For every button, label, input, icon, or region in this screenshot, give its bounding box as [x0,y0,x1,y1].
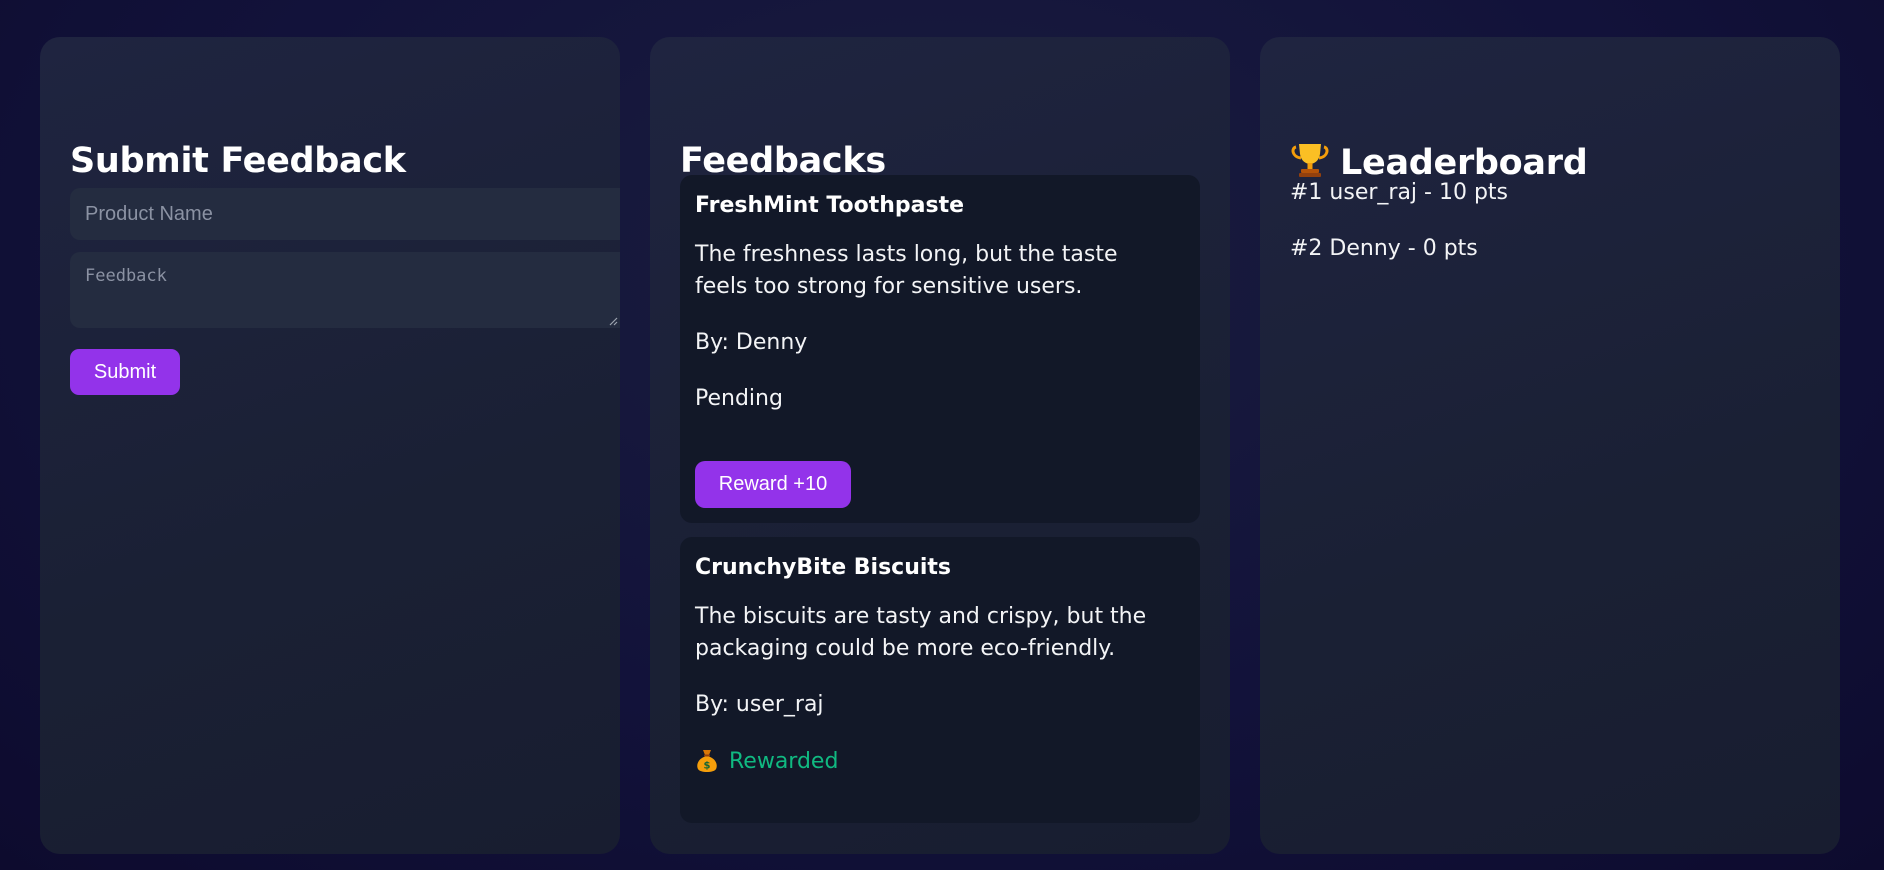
submit-feedback-title: Submit Feedback [70,141,406,181]
feedback-text: The freshness lasts long, but the taste … [695,242,1118,299]
money-bag-icon: $ [697,750,717,772]
feedback-card: FreshMint Toothpaste The freshness lasts… [680,175,1200,523]
feedback-author: By: user_raj [695,692,824,717]
leaderboard-title: Leaderboard [1290,140,1588,184]
feedback-card: CrunchyBite Biscuits The biscuits are ta… [680,537,1200,823]
rewarded-status: $ Rewarded [695,745,838,777]
feedback-status: Pending [695,386,783,411]
feedback-product-name: FreshMint Toothpaste [695,193,965,218]
trophy-icon [1291,144,1329,177]
submit-feedback-panel: Submit Feedback Submit [40,37,620,854]
leaderboard-entry: #2 Denny - 0 pts [1290,236,1478,261]
feedback-product-name: CrunchyBite Biscuits [695,555,952,580]
product-name-input[interactable] [70,188,620,240]
feedback-text: The biscuits are tasty and crispy, but t… [695,604,1147,661]
submit-button[interactable]: Submit [70,349,180,395]
feedback-textarea[interactable] [70,252,620,328]
leaderboard-entry: #1 user_raj - 10 pts [1290,180,1509,205]
resize-handle-icon[interactable] [609,317,618,326]
rewarded-label: Rewarded [729,748,839,774]
feedback-author: By: Denny [695,330,808,355]
leaderboard-title-text: Leaderboard [1340,143,1588,183]
feedbacks-panel: Feedbacks FreshMint Toothpaste The fresh… [650,37,1230,854]
reward-button[interactable]: Reward +10 [695,461,851,508]
leaderboard-panel: Leaderboard #1 user_raj - 10 pts #2 Denn… [1260,37,1840,854]
svg-text:$: $ [704,761,711,772]
